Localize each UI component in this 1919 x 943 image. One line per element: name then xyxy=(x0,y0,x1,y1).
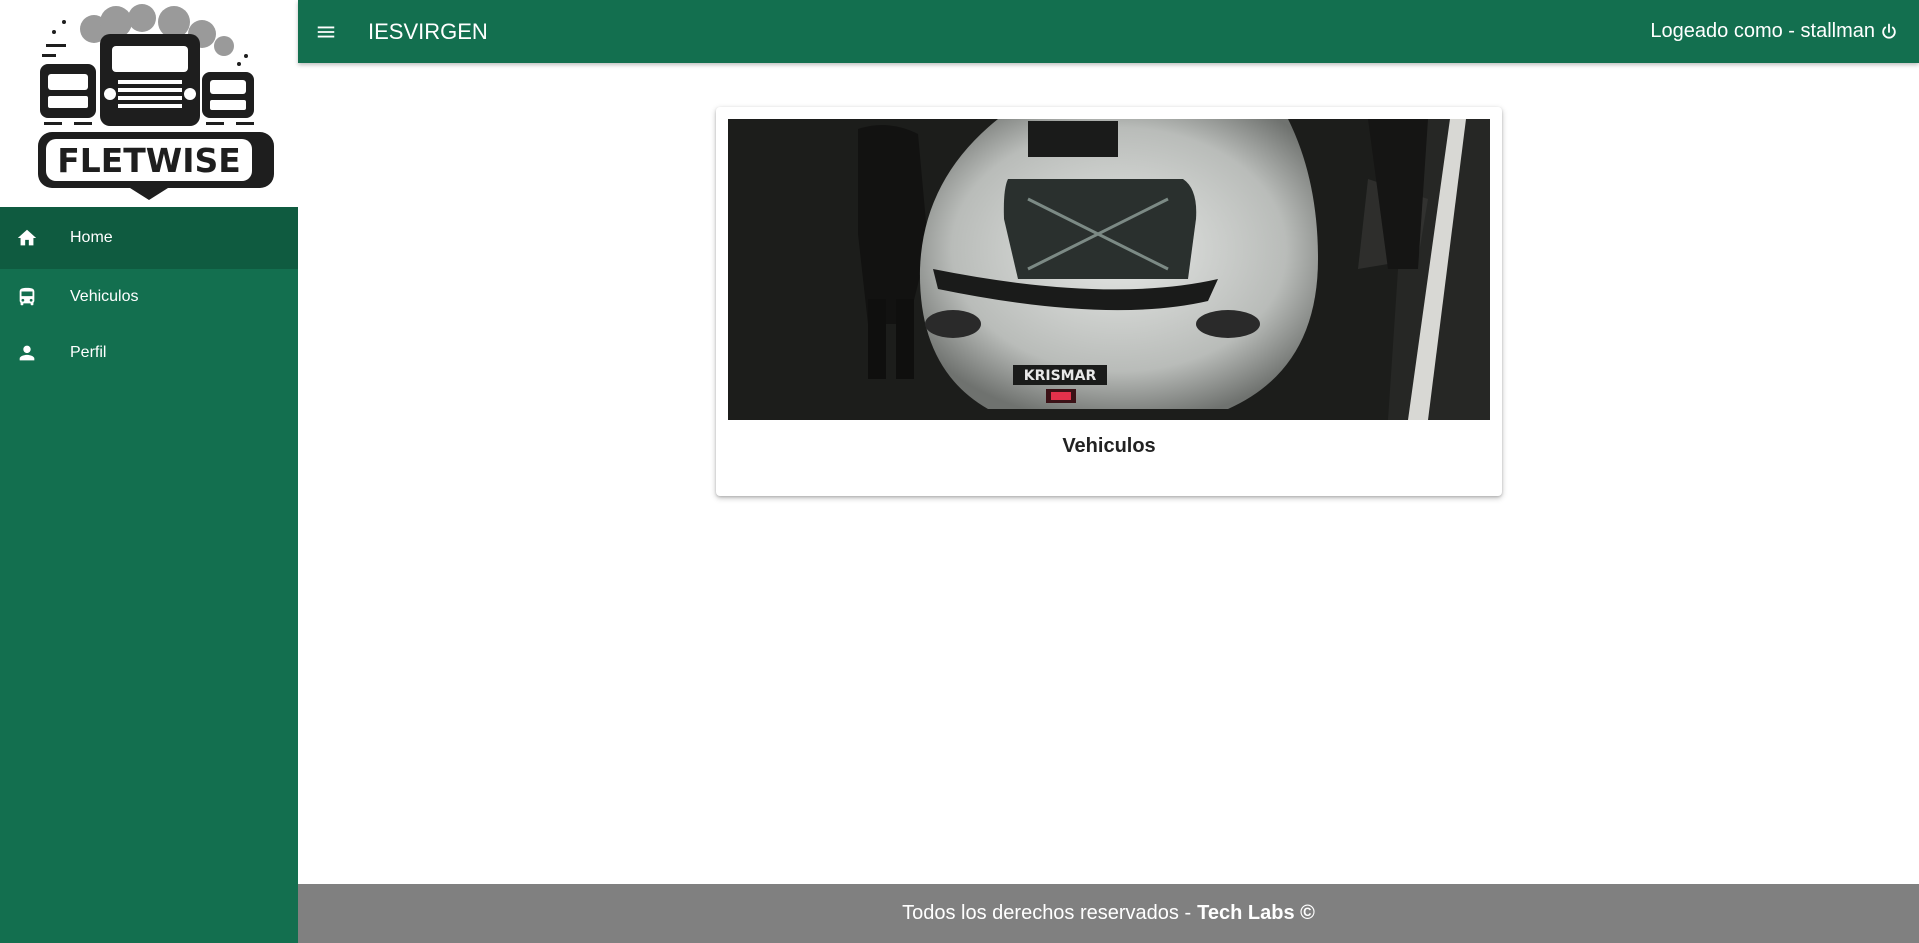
sidebar-item-label: Perfil xyxy=(70,344,107,361)
logo[interactable]: FLETWISE xyxy=(0,0,298,207)
home-icon xyxy=(0,207,54,269)
vehiculos-card-image: KRISMAR xyxy=(728,119,1490,420)
sidebar-nav: Home Vehiculos Perfil xyxy=(0,207,298,381)
sidebar-item-vehiculos[interactable]: Vehiculos xyxy=(0,269,298,325)
fletwise-logo: FLETWISE xyxy=(38,3,274,200)
bus-icon xyxy=(0,269,54,325)
footer-company: Tech Labs © xyxy=(1197,902,1315,924)
sidebar-item-label: Vehiculos xyxy=(70,288,139,305)
logged-in-user-label: Logeado como - stallman xyxy=(1650,20,1875,42)
menu-toggle-button[interactable] xyxy=(298,0,354,63)
logout-button[interactable] xyxy=(1877,20,1901,44)
footer-text: Todos los derechos reservados - xyxy=(902,902,1192,924)
user-status: Logeado como - stallman xyxy=(1650,0,1901,63)
sidebar: FLETWISE Home Vehiculos Perfil xyxy=(0,0,298,943)
sidebar-item-home[interactable]: Home xyxy=(0,207,298,269)
power-icon xyxy=(1882,23,1896,39)
app-title: IESVIRGEN xyxy=(368,18,488,44)
license-plate-text: KRISMAR xyxy=(1024,368,1097,384)
sidebar-item-perfil[interactable]: Perfil xyxy=(0,325,298,381)
footer: Todos los derechos reservados - Tech Lab… xyxy=(298,884,1919,943)
top-app-bar: IESVIRGEN Logeado como - stallman xyxy=(298,0,1919,63)
logo-text: FLETWISE xyxy=(57,141,241,180)
person-icon xyxy=(0,325,54,381)
vehiculos-card[interactable]: KRISMAR Vehiculos xyxy=(716,107,1502,496)
sidebar-item-label: Home xyxy=(70,229,113,246)
hamburger-menu-icon xyxy=(317,26,335,37)
card-title: Vehiculos xyxy=(1062,435,1156,457)
